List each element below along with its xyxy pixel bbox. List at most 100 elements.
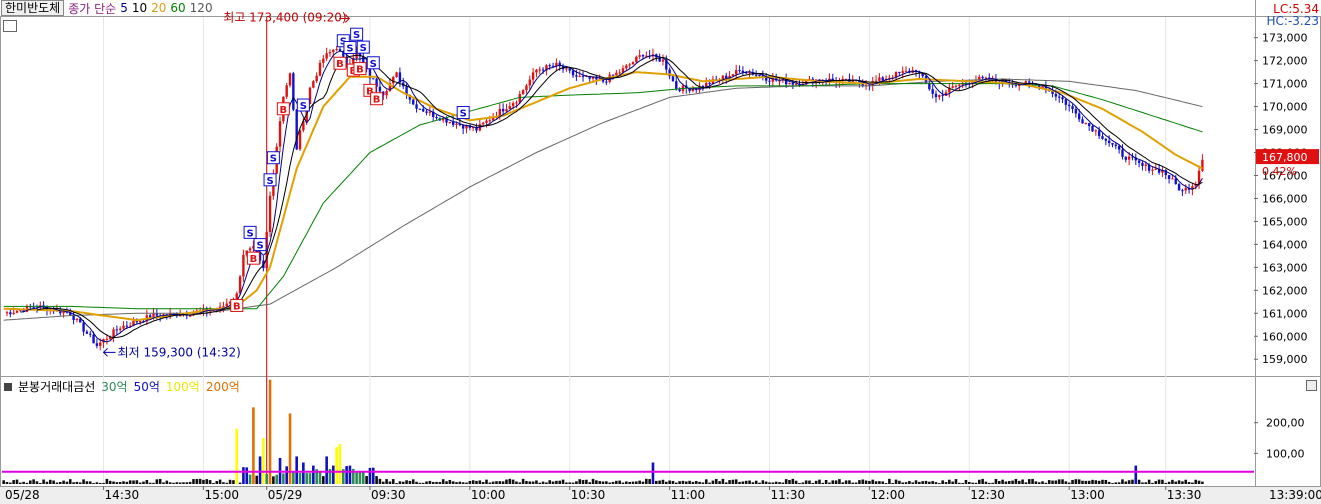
volume-bar	[585, 479, 588, 484]
volume-bar	[475, 480, 478, 484]
volume-bar	[844, 480, 848, 484]
time-axis-label: 10:30	[571, 488, 606, 502]
volume-bar	[1201, 481, 1204, 484]
volume-bar	[395, 483, 398, 484]
volume-bar	[72, 482, 75, 484]
candle-body	[1124, 156, 1128, 160]
candle-body	[292, 73, 295, 110]
volume-bar	[1004, 481, 1008, 484]
volume-bar	[295, 456, 298, 484]
volume-bar	[1164, 482, 1168, 484]
volume-bar	[954, 479, 958, 484]
volume-bar	[178, 482, 182, 484]
volume-bar	[531, 481, 535, 484]
volume-bar	[302, 462, 305, 484]
volume-bar	[1034, 481, 1038, 484]
volume-bar	[535, 480, 538, 484]
volume-bar	[994, 478, 998, 484]
volume-bar	[588, 482, 592, 484]
candle-body	[1028, 81, 1031, 83]
time-axis-label: 09:30	[371, 488, 406, 502]
current-price-text: 167,800	[1262, 151, 1308, 164]
volume-bar	[1021, 479, 1024, 484]
candle-body	[92, 334, 95, 344]
volume-bar	[215, 481, 219, 484]
candle-body	[738, 70, 741, 72]
volume-bar	[451, 481, 455, 484]
volume-bar	[1151, 482, 1154, 484]
volume-bar	[568, 482, 572, 484]
candle-body	[575, 75, 578, 77]
volume-bar	[92, 483, 95, 484]
volume-bar	[388, 481, 392, 484]
volume-bar	[155, 479, 159, 484]
volume-bar	[625, 481, 628, 484]
volume-bar	[95, 482, 99, 484]
candle-body	[625, 65, 628, 69]
volume-bar	[62, 480, 65, 484]
candle-body	[435, 116, 438, 119]
volume-bar	[868, 480, 871, 484]
volume-bar	[282, 473, 285, 484]
candle-body	[395, 72, 398, 78]
volume-bar	[904, 482, 908, 484]
volume-bar	[22, 481, 25, 484]
volume-bar	[984, 481, 988, 484]
volume-bar	[615, 480, 618, 484]
volume-bar	[1041, 481, 1044, 484]
volume-bar	[212, 482, 215, 484]
candle-body	[1067, 104, 1071, 107]
volume-bar	[711, 480, 715, 484]
volume-bar	[112, 481, 115, 484]
candle-body	[1084, 123, 1088, 125]
signal-letter: S	[346, 43, 353, 54]
volume-bar	[115, 482, 119, 484]
volume-bar	[185, 482, 189, 484]
volume-bar	[122, 481, 125, 484]
volume-bar	[198, 478, 202, 484]
volume-bar	[938, 483, 941, 484]
volume-bar	[9, 482, 12, 484]
volume-pane-collapse-icon[interactable]	[1306, 380, 1317, 391]
candle-body	[528, 79, 531, 86]
candle-body	[1114, 144, 1118, 146]
candle-body	[1081, 119, 1084, 124]
volume-bar	[32, 479, 35, 484]
candle-body	[82, 322, 85, 332]
volume-bar	[851, 482, 855, 484]
volume-bar	[192, 479, 195, 484]
volume-bar	[651, 462, 655, 484]
volume-bar	[5, 481, 9, 484]
volume-bar	[678, 481, 681, 484]
volume-bar	[1131, 479, 1134, 484]
volume-bar	[871, 479, 875, 484]
volume-bar	[734, 479, 738, 484]
volume-bar	[222, 482, 225, 484]
chart-canvas[interactable]: 159,000 160,000 161,000 162,000 163,000 164,0…	[0, 0, 1321, 504]
buy-signal-marker: B	[246, 251, 260, 265]
stock-name-button[interactable]: 한미반도체	[1, 0, 65, 16]
volume-bar	[1121, 479, 1124, 484]
candle-body	[5, 312, 9, 314]
signal-letter: S	[300, 101, 307, 112]
candle-body	[768, 80, 771, 82]
volume-bar	[371, 467, 375, 484]
volume-bar	[1194, 479, 1198, 484]
sell-signal-marker: S	[343, 40, 357, 54]
volume-bar	[768, 482, 771, 484]
volume-bar	[784, 479, 788, 484]
volume-bar	[1154, 481, 1158, 484]
signal-letter: S	[256, 241, 263, 252]
grid-toggle-icon[interactable]	[3, 20, 17, 32]
volume-bar	[798, 482, 801, 484]
volume-bar	[418, 482, 422, 484]
ma60-label: 60	[170, 1, 186, 15]
volume-bar	[288, 413, 292, 484]
volume-bar	[1074, 479, 1078, 484]
time-axis-label: 11:30	[771, 488, 806, 502]
volume-bar	[1057, 479, 1061, 484]
sell-signal-marker: S	[356, 40, 370, 54]
candle-body	[515, 102, 518, 104]
candle-body	[541, 69, 545, 71]
volume-bar	[1031, 478, 1034, 484]
